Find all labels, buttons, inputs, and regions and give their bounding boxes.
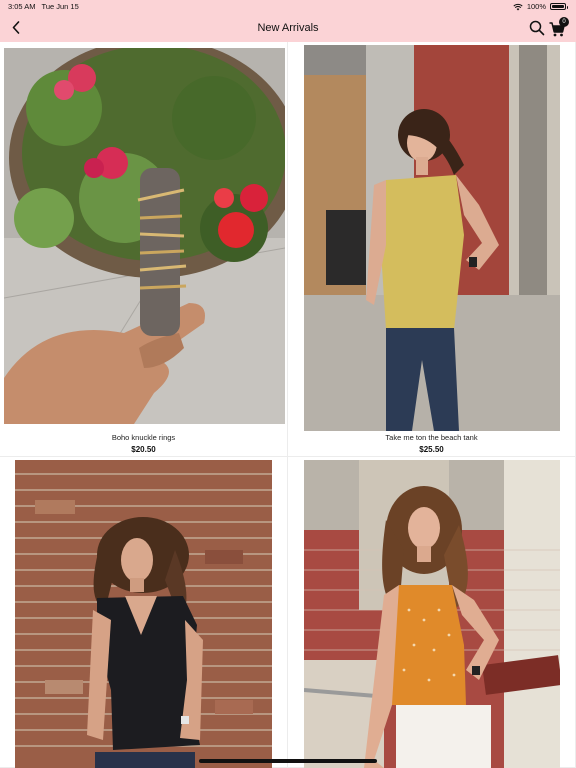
product-price: $25.50 [419, 445, 444, 454]
status-date: Tue Jun 15 [41, 2, 79, 11]
product-price: $20.50 [131, 445, 156, 454]
cart-button[interactable]: 0 [548, 17, 570, 39]
product-image[interactable] [15, 460, 272, 768]
status-time: 3:05 AM [8, 2, 36, 11]
page-title: New Arrivals [257, 21, 319, 34]
battery-icon [550, 3, 568, 10]
home-indicator[interactable] [199, 759, 377, 763]
search-button[interactable] [528, 19, 546, 37]
nav-bar: New Arrivals 0 [0, 13, 576, 42]
product-card[interactable]: Take me ton the beach tank $25.50 [288, 42, 576, 457]
wifi-icon [513, 3, 523, 10]
product-image[interactable] [304, 460, 560, 768]
status-bar: 3:05 AM Tue Jun 15 100% [0, 0, 576, 13]
product-card[interactable]: Boho knuckle rings $20.50 [0, 42, 288, 457]
product-card[interactable] [0, 457, 288, 768]
back-chevron-icon [12, 20, 20, 34]
battery-percent: 100% [526, 2, 546, 11]
product-image[interactable] [4, 48, 285, 424]
product-card[interactable] [288, 457, 576, 768]
product-name: Boho knuckle rings [111, 433, 176, 442]
back-button[interactable] [8, 18, 24, 36]
product-name: Take me ton the beach tank [385, 433, 478, 442]
cart-count-badge: 0 [559, 17, 569, 27]
product-grid: Boho knuckle rings $20.50 Take me ton th… [0, 42, 576, 768]
product-image[interactable] [304, 45, 560, 431]
search-icon [529, 20, 545, 36]
